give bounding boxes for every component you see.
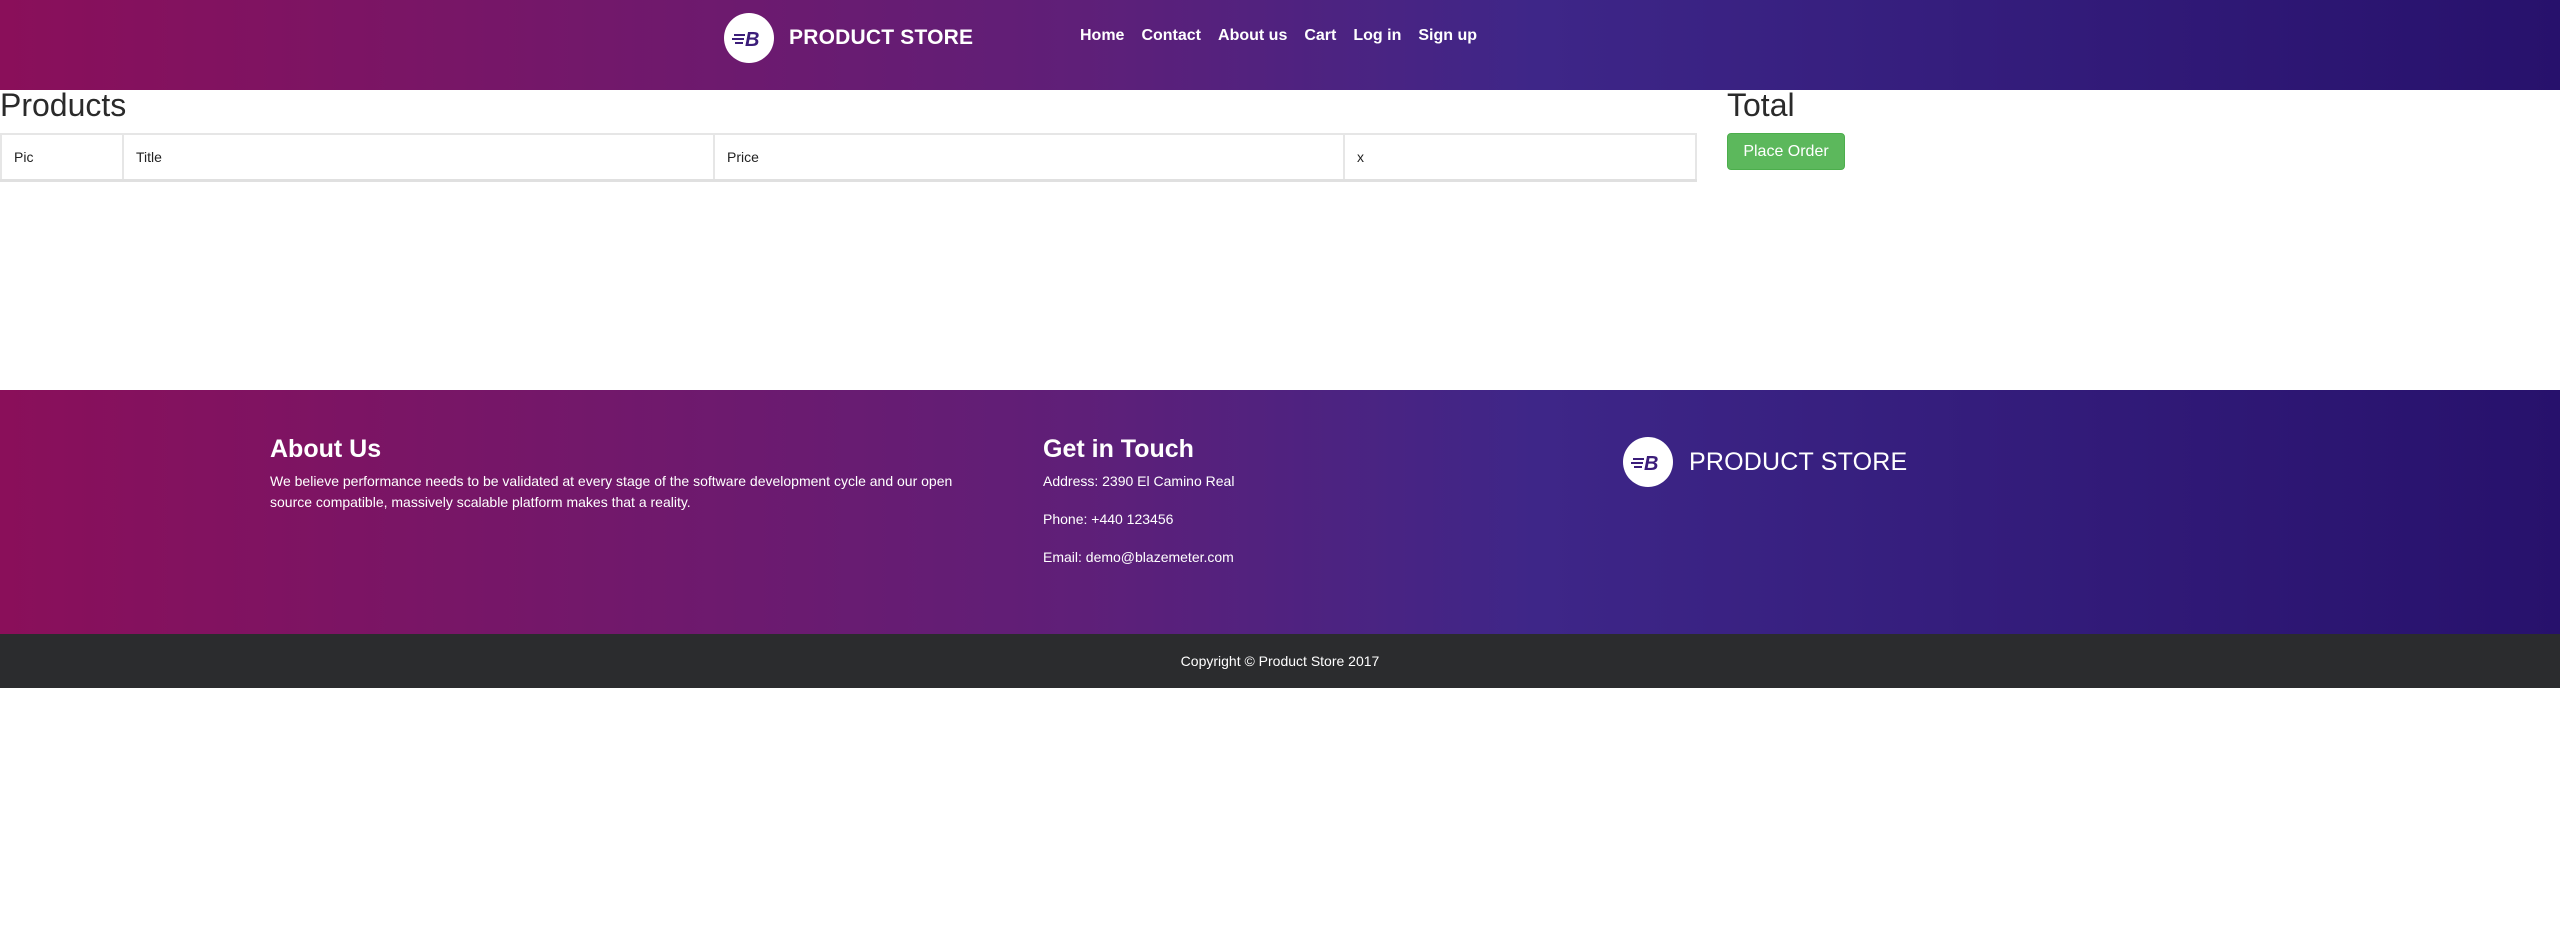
nav-home-link[interactable]: Home [1080,24,1124,48]
footer-email: Email: demo@blazemeter.com [1043,549,1234,565]
footer: About Us We believe performance needs to… [0,390,2560,634]
navbar: B PRODUCT STORE Home Contact About us Ca… [0,0,2560,90]
blazemeter-logo-icon: B [724,13,774,63]
column-header-pic: Pic [1,134,123,182]
nav-signup-link[interactable]: Sign up [1418,24,1477,48]
copyright-text: Copyright © Product Store 2017 [1180,653,1380,669]
footer-contact-section: Get in Touch Address: 2390 El Camino Rea… [1043,433,1443,585]
nav-login-link[interactable]: Log in [1353,24,1401,48]
footer-brand: B PRODUCT STORE [1623,437,1907,487]
footer-phone: Phone: +440 123456 [1043,511,1174,527]
footer-about-section: About Us We believe performance needs to… [270,433,990,513]
svg-text:B: B [745,29,759,49]
nav-contact-link[interactable]: Contact [1141,24,1201,48]
footer-about-title: About Us [270,435,382,463]
total-heading: Total [1727,87,1795,123]
products-heading: Products [0,87,127,123]
brand-link[interactable]: B PRODUCT STORE [724,12,973,64]
blazemeter-logo-icon: B [1623,437,1673,487]
nav-about-link[interactable]: About us [1218,24,1287,48]
nav-cart-link[interactable]: Cart [1304,24,1336,48]
copyright-bar: Copyright © Product Store 2017 [0,634,2560,688]
footer-address: Address: 2390 El Camino Real [1043,473,1235,489]
main-nav: Home Contact About us Cart Log in Sign u… [1080,24,1494,48]
footer-brand-name: PRODUCT STORE [1689,447,1908,476]
cart-table: Pic Title Price x [0,133,1697,182]
brand-name: PRODUCT STORE [789,26,974,49]
column-header-price: Price [713,134,1344,182]
footer-about-text: We believe performance needs to be valid… [270,473,953,510]
column-header-title: Title [122,134,714,182]
table-header-row: Pic Title Price x [1,134,1696,182]
column-header-delete: x [1343,134,1696,182]
svg-text:B: B [1644,453,1658,473]
footer-contact-title: Get in Touch [1043,435,1194,463]
place-order-button[interactable]: Place Order [1727,133,1845,170]
